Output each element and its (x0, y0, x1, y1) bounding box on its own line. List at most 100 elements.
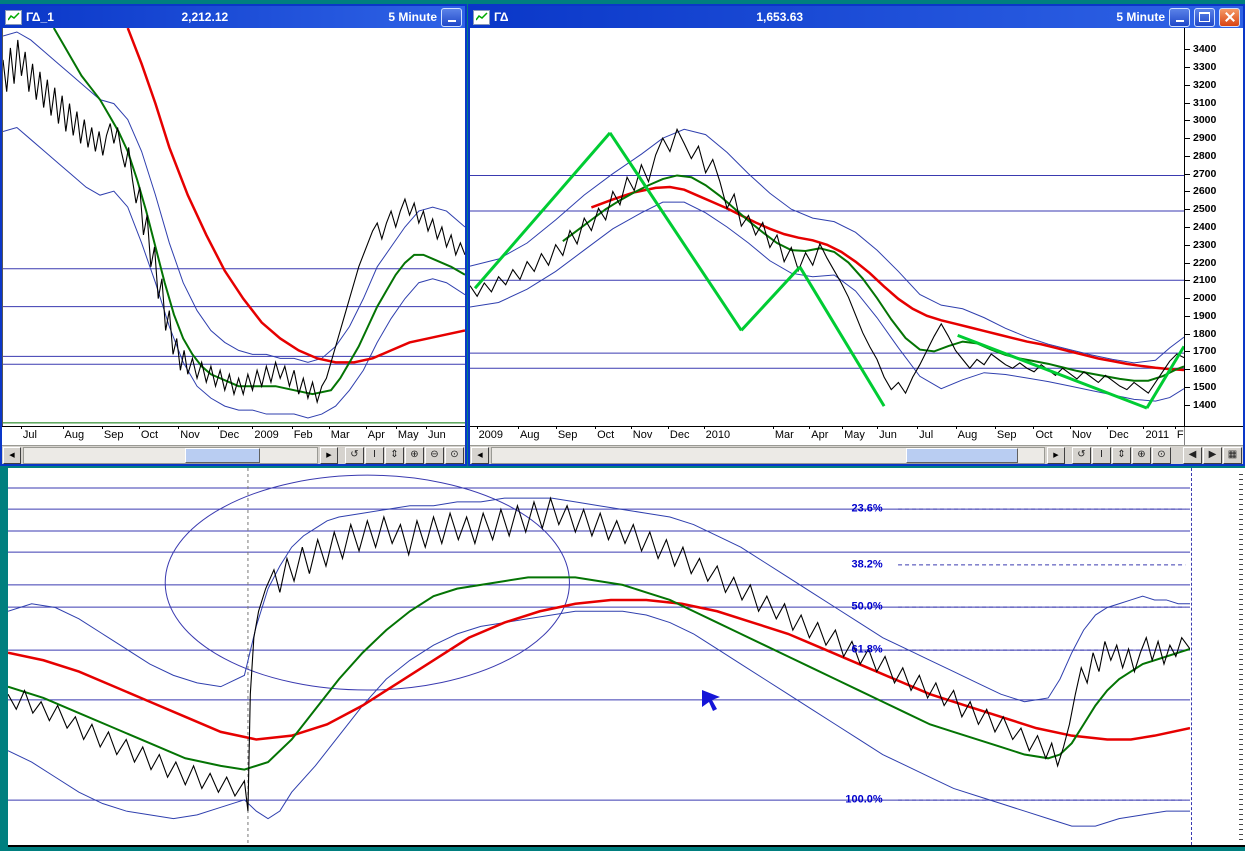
move-tool-icon[interactable]: ⇕ (385, 447, 404, 464)
window-title: ΓΔ_1 (26, 10, 54, 24)
zoom-in-icon[interactable]: ⊕ (405, 447, 424, 464)
x-axis-labels: JulAugSepOctNovDec2009FebMarAprMayJun (2, 427, 465, 445)
chart-toolbar: ↺I⇕⊕⊖⊙ (345, 447, 464, 464)
x-axis-label: Jul (23, 429, 37, 441)
target-tool-icon[interactable]: ⊙ (445, 447, 464, 464)
x-axis-label: Nov (633, 429, 653, 441)
scroll-left-button[interactable]: ◀ (471, 447, 489, 464)
x-axis-label: Dec (670, 429, 690, 441)
chart-toolbar: ↺I⇕⊕⊙ (1072, 447, 1171, 464)
last-price: 1,653.63 (756, 10, 803, 24)
fib-level-label: 50.0% (800, 601, 883, 613)
right-axis-strip (1191, 468, 1245, 845)
y-axis-tick: 2600 (1193, 185, 1216, 197)
x-axis-label: Oct (597, 429, 614, 441)
y-axis-tick: 3200 (1193, 79, 1216, 91)
fib-level-label: 38.2% (800, 558, 883, 570)
titlebar[interactable]: ΓΔ_1 2,212.12 5 Minute (2, 6, 465, 28)
zoom-out-icon[interactable]: ⊖ (425, 447, 444, 464)
y-axis-tick: 2000 (1193, 292, 1216, 304)
x-axis-labels: 2009AugSepOctNovDec2010MarAprMayJunJulAu… (470, 427, 1184, 445)
close-button[interactable] (1219, 8, 1240, 27)
chart-nav-buttons: ◀▶▦ (1183, 447, 1242, 464)
move-tool-icon[interactable]: ⇕ (1112, 447, 1131, 464)
scrollbar-row: ◀ ▶ ↺I⇕⊕⊖⊙ (2, 445, 465, 464)
y-axis-tick: 3000 (1193, 114, 1216, 126)
y-axis-tick: 2500 (1193, 203, 1216, 215)
chart-window-gd1[interactable]: ΓΔ_1 2,212.12 5 Minute JulAugSepOctNovDe… (0, 4, 467, 466)
x-axis-label: Oct (1035, 429, 1052, 441)
bottom-chart-plot[interactable]: 23.6% 38.2% 50.0% 61.8% 100.0% (8, 468, 1190, 845)
y-axis-tick: 3100 (1193, 97, 1216, 109)
x-axis-label: Dec (1109, 429, 1129, 441)
axis-ruler (1239, 474, 1243, 841)
x-axis-label: Jun (428, 429, 446, 441)
page-left-button[interactable]: ◀ (1183, 447, 1202, 464)
layout-grid-button[interactable]: ▦ (1223, 447, 1242, 464)
desktop: { "desktop": {"background": "#007f7f"}, … (0, 0, 1245, 851)
maximize-button[interactable] (1194, 8, 1215, 27)
x-axis: 2009AugSepOctNovDec2010MarAprMayJunJulAu… (470, 426, 1243, 445)
scroll-right-button[interactable]: ▶ (320, 447, 338, 464)
x-axis-label: Aug (65, 429, 85, 441)
axis-corner (1184, 427, 1243, 445)
y-axis-tick: 2800 (1193, 150, 1216, 162)
target-tool-icon[interactable]: ⊙ (1152, 447, 1171, 464)
scrollbar-track[interactable] (23, 447, 318, 464)
chart-window-icon (473, 10, 490, 25)
timeframe-label: 5 Minute (388, 10, 437, 24)
page-right-button[interactable]: ▶ (1203, 447, 1222, 464)
x-axis-label: 2009 (479, 429, 503, 441)
y-axis-tick: 2300 (1193, 239, 1216, 251)
window-title: ΓΔ (494, 10, 509, 24)
y-axis-tick: 1800 (1193, 328, 1216, 340)
y-axis-tick: 2900 (1193, 132, 1216, 144)
scrollbar-row: ◀ ▶ ↺I⇕⊕⊙ ◀▶▦ (470, 445, 1243, 464)
refresh-icon[interactable]: ↺ (1072, 447, 1091, 464)
y-axis: 3400330032003100300029002800270026002500… (1184, 28, 1243, 426)
scrollbar-thumb[interactable] (906, 448, 1018, 463)
scroll-left-button[interactable]: ◀ (3, 447, 21, 464)
x-axis-label: F (1177, 429, 1184, 441)
x-axis-label: Aug (520, 429, 540, 441)
x-axis-label: Jul (919, 429, 933, 441)
fib-level-label: 61.8% (800, 643, 883, 655)
y-axis-tick: 1900 (1193, 310, 1216, 322)
x-axis-label: May (398, 429, 419, 441)
bottom-chart-panel: 23.6% 38.2% 50.0% 61.8% 100.0% (8, 468, 1245, 847)
chart-plot[interactable] (470, 28, 1184, 426)
y-axis-tick: 1500 (1193, 381, 1216, 393)
minimize-button[interactable] (441, 8, 462, 27)
x-axis-label: Sep (558, 429, 578, 441)
y-axis-tick: 3300 (1193, 61, 1216, 73)
fib-level-label: 23.6% (800, 502, 883, 514)
minimize-button[interactable] (1169, 8, 1190, 27)
ibeam-tool-icon[interactable]: I (1092, 447, 1111, 464)
fib-level-label: 100.0% (800, 794, 883, 806)
x-axis-label: Aug (958, 429, 978, 441)
y-axis-tick: 2100 (1193, 274, 1216, 286)
y-axis-tick: 2400 (1193, 221, 1216, 233)
last-price: 2,212.12 (181, 10, 228, 24)
chart-arrow (700, 688, 724, 712)
scrollbar-track[interactable] (491, 447, 1045, 464)
titlebar[interactable]: ΓΔ 1,653.63 5 Minute (470, 6, 1243, 28)
x-axis-label: 2011 (1145, 429, 1169, 441)
zoom-in-icon[interactable]: ⊕ (1132, 447, 1151, 464)
timeframe-label: 5 Minute (1116, 10, 1165, 24)
chart-window-icon (5, 10, 22, 25)
x-axis-label: 2009 (254, 429, 278, 441)
chart-window-gd[interactable]: ΓΔ 1,653.63 5 Minute 3400330032003100300… (468, 4, 1245, 466)
y-axis-tick: 1700 (1193, 345, 1216, 357)
x-axis-label: Feb (294, 429, 313, 441)
x-axis-label: Oct (141, 429, 158, 441)
chart-plot[interactable] (2, 28, 465, 426)
refresh-icon[interactable]: ↺ (345, 447, 364, 464)
x-axis-label: Apr (811, 429, 828, 441)
x-axis-label: Nov (1072, 429, 1092, 441)
x-axis-label: Dec (220, 429, 240, 441)
ibeam-tool-icon[interactable]: I (365, 447, 384, 464)
scroll-right-button[interactable]: ▶ (1047, 447, 1065, 464)
scrollbar-thumb[interactable] (185, 448, 260, 463)
x-axis-label: Jun (879, 429, 897, 441)
